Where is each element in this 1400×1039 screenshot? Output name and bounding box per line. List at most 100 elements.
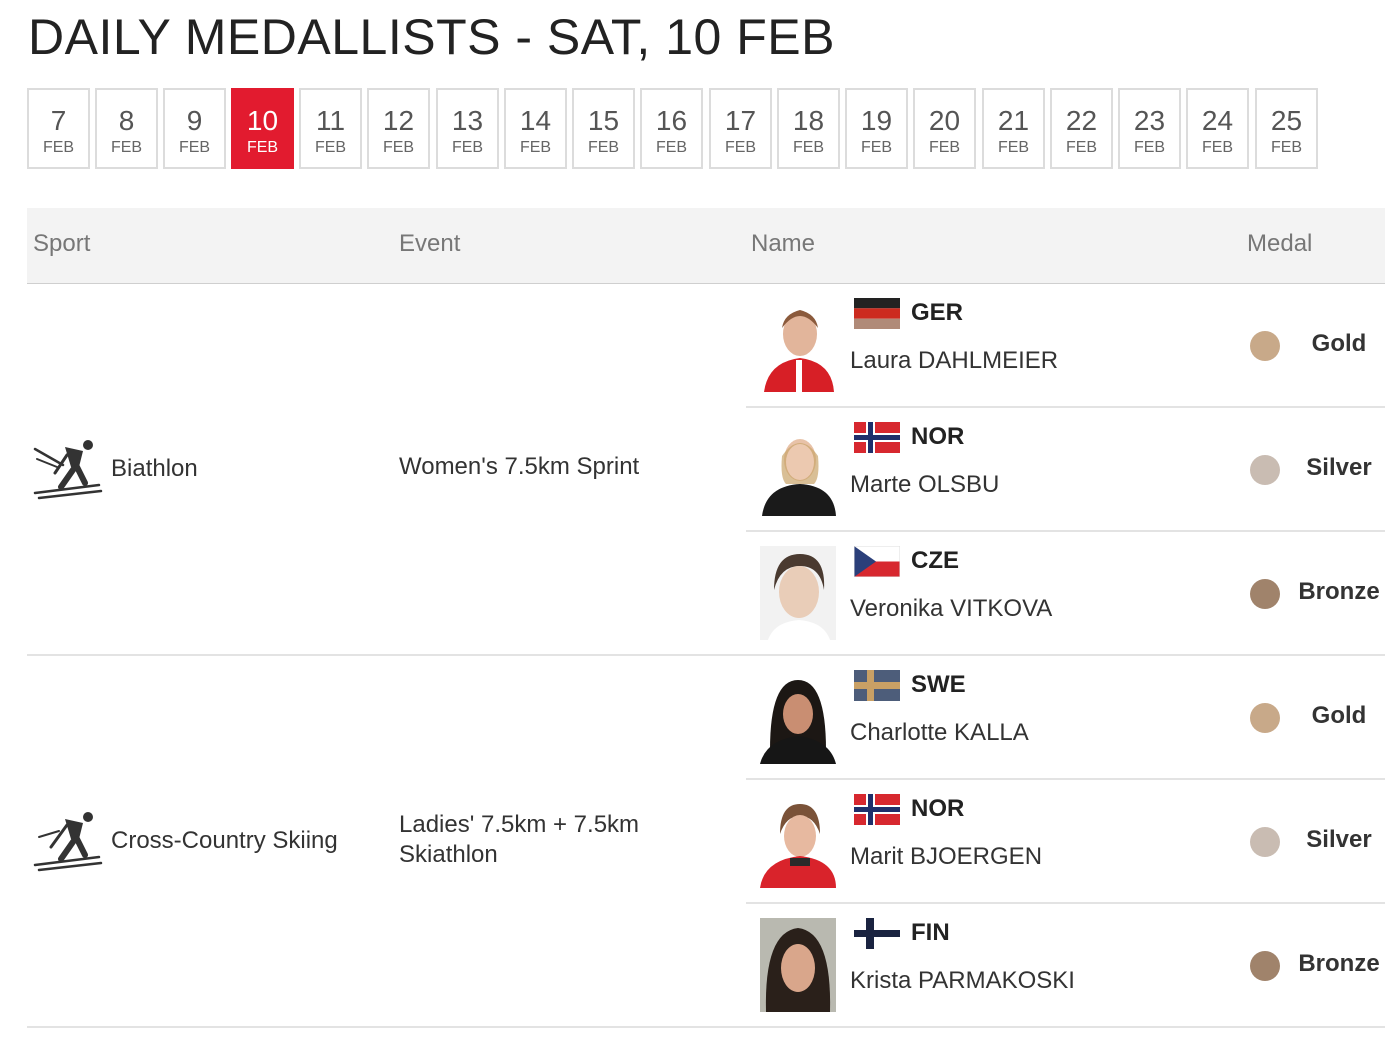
date-month: FEB [1133,139,1166,156]
country-code: SWE [911,671,966,698]
medallist-row: NOR Marte OLSBU Silver [746,408,1385,532]
date-day: 7 [50,105,67,136]
date-day: 23 [1133,105,1166,136]
medal-label: Gold [1311,702,1367,729]
date-month: FEB [1065,139,1098,156]
date-month: FEB [928,139,961,156]
date-tab-12-feb[interactable]: 12 FEB [367,88,430,169]
medallist-row: CZE Veronika VITKOVA Bronze [746,532,1385,656]
country-code: GER [911,299,964,326]
date-day: 24 [1201,105,1234,136]
gold-medal-icon [1250,331,1280,361]
country-code: NOR [911,795,965,822]
event-name: Ladies' 7.5km + 7.5km Skiathlon [399,811,640,868]
date-day: 19 [860,105,893,136]
athlete-photo [760,794,836,888]
date-day: 16 [655,105,688,136]
athlete-photo [760,422,836,516]
date-day: 13 [451,105,484,136]
country-code: FIN [911,919,950,946]
column-header-sport: Sport [33,230,91,257]
date-tab-9-feb[interactable]: 9 FEB [163,88,226,169]
date-day: 25 [1270,105,1303,136]
date-day: 22 [1065,105,1098,136]
silver-medal-icon [1250,455,1280,485]
date-tab-18-feb[interactable]: 18 FEB [777,88,840,169]
cross-country-skiing-icon [33,812,103,872]
date-day: 9 [186,105,203,136]
date-tab-20-feb[interactable]: 20 FEB [913,88,976,169]
date-month: FEB [587,139,620,156]
date-tab-23-feb[interactable]: 23 FEB [1118,88,1181,169]
sport-name: Biathlon [111,455,198,482]
athlete-photo [760,546,836,640]
date-month: FEB [655,139,688,156]
medallist-row: NOR Marit BJOERGEN Silver [746,780,1385,904]
medal-label: Bronze [1298,950,1380,977]
date-month: FEB [997,139,1030,156]
finland-flag [854,918,900,949]
sport-name: Cross-Country Skiing [111,827,338,854]
athlete-name[interactable]: Veronika VITKOVA [850,594,1052,624]
date-tab-13-feb[interactable]: 13 FEB [436,88,499,169]
date-day: 11 [315,105,346,136]
athlete-photo [760,298,836,392]
date-day: 18 [792,105,825,136]
date-tab-19-feb[interactable]: 19 FEB [845,88,908,169]
date-month: FEB [1270,139,1303,156]
column-header-event: Event [399,230,461,257]
biathlon-icon [33,440,103,500]
norway-flag [854,794,900,825]
date-day: 17 [724,105,757,136]
medallist-row: FIN Krista PARMAKOSKI Bronze [746,904,1385,1028]
czech-flag [854,546,900,577]
date-tab-10-feb[interactable]: 10 FEB [231,88,294,169]
medal-label: Bronze [1298,578,1380,605]
gold-medal-icon [1250,703,1280,733]
date-month: FEB [110,139,143,156]
event-name: Women's 7.5km Sprint [399,453,640,480]
sport-row-biathlon: Biathlon Women's 7.5km Sprint GER Laura … [27,284,1385,656]
athlete-name[interactable]: Marit BJOERGEN [850,842,1042,872]
sweden-flag [854,670,900,701]
date-day: 8 [118,105,135,136]
date-month: FEB [42,139,75,156]
date-month: FEB [860,139,893,156]
athlete-name[interactable]: Charlotte KALLA [850,718,1029,748]
date-tab-8-feb[interactable]: 8 FEB [95,88,158,169]
date-tab-15-feb[interactable]: 15 FEB [572,88,635,169]
date-day: 21 [997,105,1030,136]
date-tab-7-feb[interactable]: 7 FEB [27,88,90,169]
athlete-name[interactable]: Marte OLSBU [850,470,999,500]
date-month: FEB [792,139,825,156]
date-tab-22-feb[interactable]: 22 FEB [1050,88,1113,169]
medallist-row: SWE Charlotte KALLA Gold [746,656,1385,780]
column-header-name: Name [751,230,816,257]
date-tab-14-feb[interactable]: 14 FEB [504,88,567,169]
date-tab-11-feb[interactable]: 11 FEB [299,88,362,169]
country-code: CZE [911,547,959,574]
date-tab-21-feb[interactable]: 21 FEB [982,88,1045,169]
date-tab-24-feb[interactable]: 24 FEB [1186,88,1249,169]
date-tab-25-feb[interactable]: 25 FEB [1255,88,1318,169]
country-code: NOR [911,423,965,450]
date-month: FEB [314,139,347,156]
medal-label: Silver [1306,826,1372,853]
date-tab-16-feb[interactable]: 16 FEB [640,88,703,169]
sport-cell: Biathlon [27,437,387,501]
date-month: FEB [1201,139,1234,156]
date-month: FEB [246,139,279,156]
column-header-medal: Medal [1247,230,1313,257]
date-day: 15 [587,105,620,136]
bronze-medal-icon [1250,951,1280,981]
date-month: FEB [382,139,415,156]
athlete-photo [760,670,836,764]
silver-medal-icon [1250,827,1280,857]
page-title: DAILY MEDALLISTS - SAT, 10 FEB [28,9,835,65]
athlete-name[interactable]: Laura DAHLMEIER [850,346,1058,376]
medallist-row: GER Laura DAHLMEIER Gold [746,284,1385,408]
date-day: 10 [246,105,279,136]
date-tab-17-feb[interactable]: 17 FEB [709,88,772,169]
date-day: 14 [519,105,552,136]
athlete-name[interactable]: Krista PARMAKOSKI [850,966,1075,996]
